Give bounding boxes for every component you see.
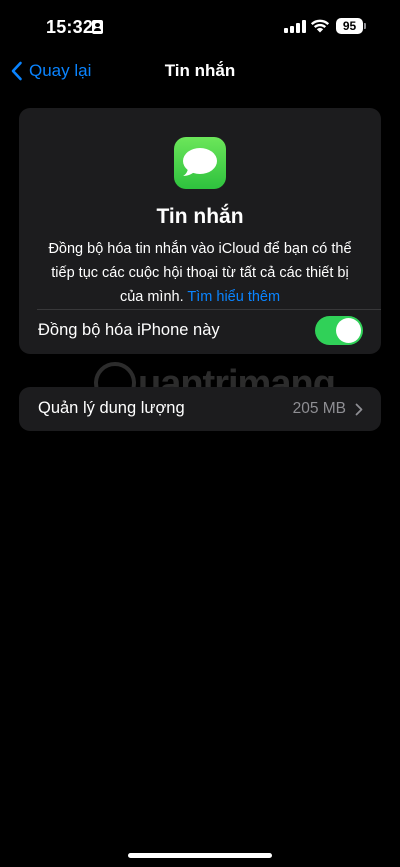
battery-icon: 95 <box>336 18 363 34</box>
status-time: 15:32 <box>46 17 94 37</box>
nav-bar: Quay lại Tin nhắn <box>0 54 400 88</box>
learn-more-link[interactable]: Tìm hiểu thêm <box>187 289 280 305</box>
id-card-icon <box>92 20 103 34</box>
card-description: Đồng bộ hóa tin nhắn vào iCloud để bạn c… <box>41 237 359 309</box>
sync-iphone-row: Đồng bộ hóa iPhone này <box>19 310 381 354</box>
chevron-right-icon <box>355 403 363 416</box>
cellular-signal-icon <box>284 20 306 33</box>
manage-storage-row[interactable]: Quản lý dung lượng 205 MB <box>19 387 381 431</box>
card-title: Tin nhắn <box>156 205 244 228</box>
home-indicator[interactable] <box>128 853 272 858</box>
status-bar: 15:32 95 <box>0 0 400 54</box>
storage-value: 205 MB <box>292 400 346 417</box>
page-title: Tin nhắn <box>164 61 236 80</box>
speech-bubble-icon <box>183 148 217 176</box>
messages-icloud-card: Tin nhắn Đồng bộ hóa tin nhắn vào iCloud… <box>19 108 381 354</box>
storage-label: Quản lý dung lượng <box>38 399 185 417</box>
sync-label: Đồng bộ hóa iPhone này <box>38 321 220 339</box>
battery-tip <box>364 23 366 29</box>
messages-app-icon <box>174 137 226 189</box>
wifi-icon <box>310 19 330 33</box>
toggle-knob <box>336 318 361 343</box>
sync-toggle[interactable] <box>315 316 363 345</box>
